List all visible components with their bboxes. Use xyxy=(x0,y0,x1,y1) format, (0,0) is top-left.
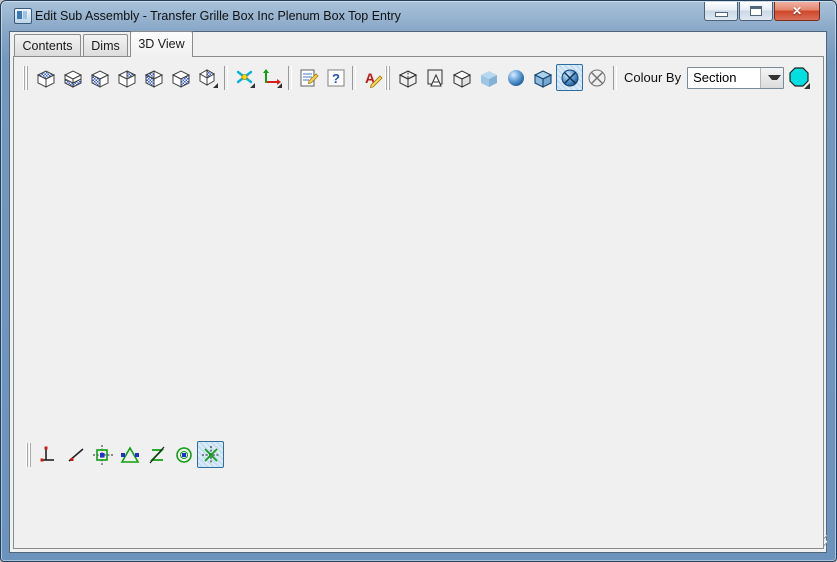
sphere-cross-off-button[interactable] xyxy=(583,64,610,91)
axes-button[interactable] xyxy=(231,64,258,91)
ucs-triad-icon xyxy=(262,68,282,88)
wireframe-button[interactable] xyxy=(394,64,421,91)
view-top-button[interactable] xyxy=(32,64,59,91)
render-toolbar: Colour By Section xyxy=(384,64,814,91)
gouraud-sphere-icon xyxy=(507,69,524,86)
annotate-icon: A xyxy=(365,70,383,88)
snap-grid-button[interactable] xyxy=(197,441,224,468)
colour-by-value: Section xyxy=(693,70,737,85)
view-right-icon xyxy=(171,69,190,88)
gouraud-sphere-button[interactable] xyxy=(502,64,529,91)
snap-perpendicular-icon xyxy=(40,446,54,461)
toolbar-gripper[interactable] xyxy=(23,65,28,90)
view-left-button[interactable] xyxy=(140,64,167,91)
tab-contents[interactable]: Contents xyxy=(14,34,81,56)
view-iso-icon xyxy=(198,68,218,88)
tab-dims[interactable]: Dims xyxy=(83,34,128,56)
snap-nearest-icon xyxy=(68,447,83,462)
snap-grid-icon xyxy=(201,445,220,464)
view-left-icon xyxy=(144,69,163,88)
snap-perpendicular-button[interactable] xyxy=(35,441,62,468)
help-icon: ? xyxy=(327,69,344,86)
view-back-button[interactable] xyxy=(113,64,140,91)
view-front-button[interactable] xyxy=(86,64,113,91)
shaded-edges-icon xyxy=(533,69,552,88)
snap-endpoint-icon xyxy=(92,444,113,465)
view-iso-button[interactable] xyxy=(194,64,221,91)
maximize-button[interactable] xyxy=(739,2,773,21)
chevron-down-icon xyxy=(768,75,782,80)
snap-centre-button[interactable] xyxy=(170,441,197,468)
wireframe-icon xyxy=(398,69,417,88)
view-bottom-icon xyxy=(63,69,82,88)
colour-swatch-button[interactable] xyxy=(784,64,814,91)
view-right-button[interactable] xyxy=(167,64,194,91)
separator xyxy=(613,65,617,90)
window-title: Edit Sub Assembly - Transfer Grille Box … xyxy=(35,9,401,23)
snap-tangent-button[interactable] xyxy=(143,441,170,468)
snap-toolbar xyxy=(25,441,224,468)
dialog-window: Edit Sub Assembly - Transfer Grille Box … xyxy=(0,0,837,562)
properties-button[interactable] xyxy=(295,64,322,91)
tab-page-3d-view xyxy=(13,56,824,549)
sphere-cross-on-icon xyxy=(561,69,578,86)
tab-3d-view[interactable]: 3D View xyxy=(130,31,193,57)
minimize-button[interactable] xyxy=(704,2,738,21)
close-button[interactable]: ✕ xyxy=(774,2,820,21)
view-back-icon xyxy=(117,69,136,88)
minimize-icon xyxy=(714,11,728,17)
close-icon: ✕ xyxy=(791,4,803,18)
sphere-cross-off-icon xyxy=(588,69,605,86)
view-top-icon xyxy=(36,69,55,88)
toolbar-gripper[interactable] xyxy=(385,65,390,90)
white-shaded-icon xyxy=(452,69,471,88)
separator xyxy=(288,65,292,90)
flat-shaded-button[interactable] xyxy=(475,64,502,91)
flat-shaded-icon xyxy=(480,70,497,87)
hidden-line-button[interactable] xyxy=(421,64,448,91)
colour-swatch-icon xyxy=(789,66,811,89)
axes-icon xyxy=(236,70,255,88)
hidden-line-icon xyxy=(427,69,442,86)
snap-nearest-button[interactable] xyxy=(62,441,89,468)
view-bottom-button[interactable] xyxy=(59,64,86,91)
annotate-button[interactable]: A xyxy=(359,64,386,91)
combo-dropdown[interactable] xyxy=(760,67,784,88)
snap-tangent-icon xyxy=(149,446,164,463)
view-toolbar: ? A xyxy=(22,64,386,91)
window-controls: ✕ xyxy=(703,2,820,21)
snap-midpoint-icon xyxy=(120,445,139,463)
app-icon xyxy=(14,8,32,24)
view-front-icon xyxy=(90,69,109,88)
snap-endpoint-button[interactable] xyxy=(89,441,116,468)
ucs-triad-button[interactable] xyxy=(258,64,285,91)
snap-centre-icon xyxy=(175,446,192,463)
separator xyxy=(352,65,356,90)
white-shaded-button[interactable] xyxy=(448,64,475,91)
maximize-icon xyxy=(750,6,762,16)
shaded-edges-button[interactable] xyxy=(529,64,556,91)
colour-by-select[interactable]: Section xyxy=(687,66,785,89)
toolbar-gripper[interactable] xyxy=(26,442,31,467)
separator xyxy=(224,65,228,90)
help-button[interactable]: ? xyxy=(322,64,349,91)
colour-by-label: Colour By xyxy=(624,70,682,85)
properties-icon xyxy=(300,69,319,86)
svg-text:?: ? xyxy=(332,71,340,86)
snap-midpoint-button[interactable] xyxy=(116,441,143,468)
sphere-cross-on-button[interactable] xyxy=(556,64,583,91)
